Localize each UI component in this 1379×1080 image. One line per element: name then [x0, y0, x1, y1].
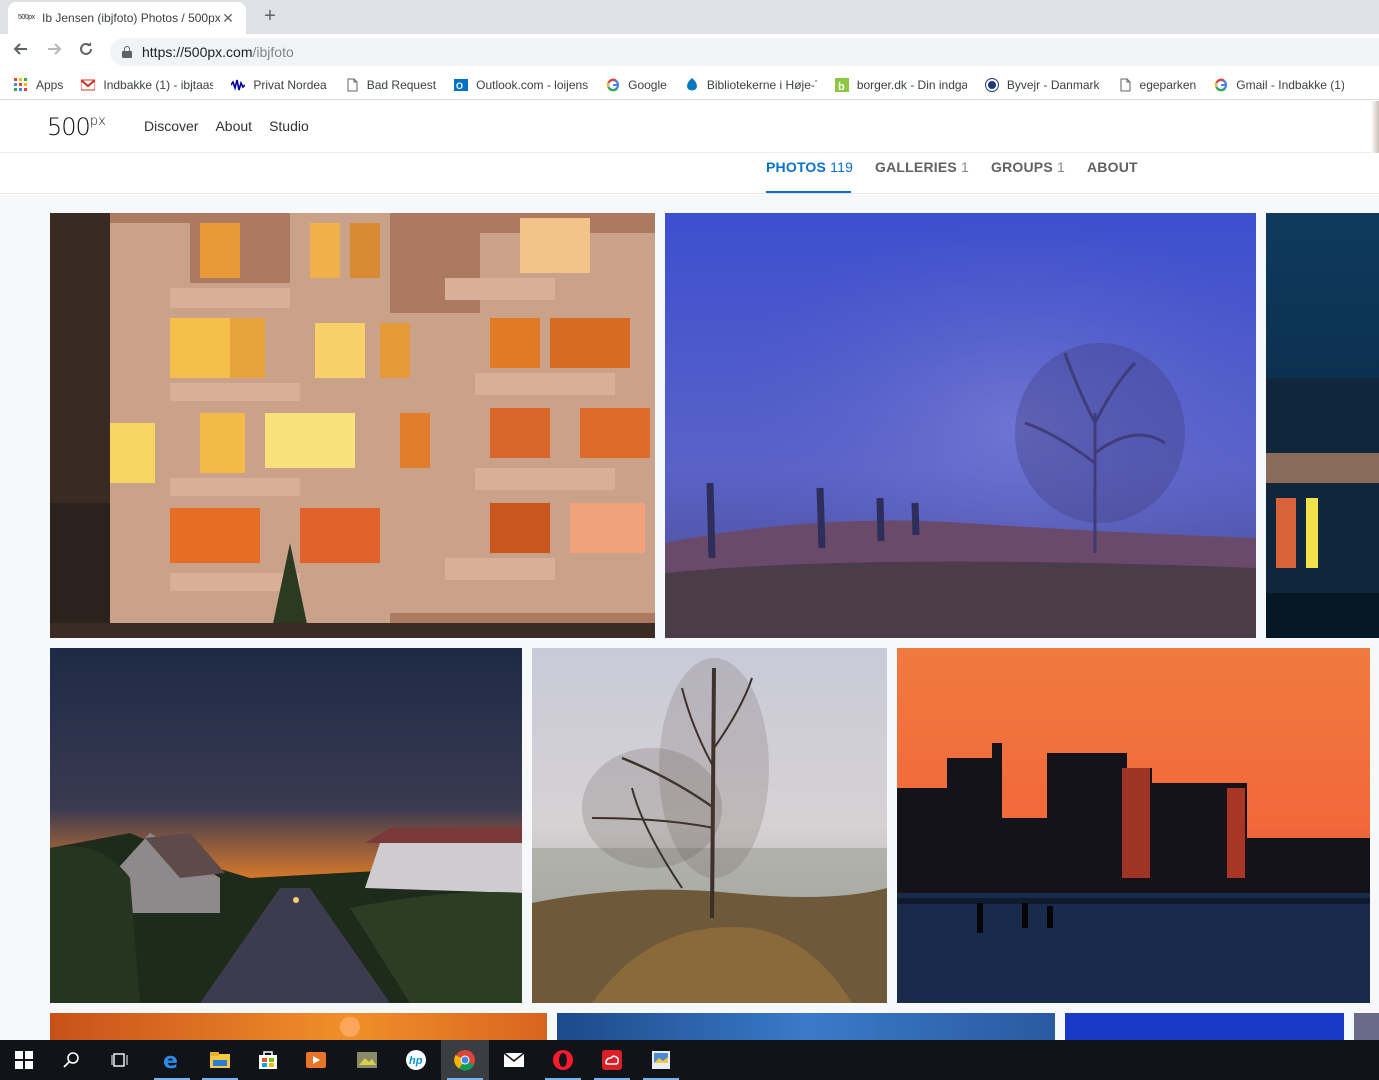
google-icon — [1214, 78, 1228, 92]
bookmark-2[interactable]: Indbakke (1) - ibjtaas — [80, 77, 214, 92]
task-view-icon[interactable] — [96, 1040, 144, 1080]
opera-icon[interactable] — [539, 1040, 587, 1080]
tab-photos[interactable]: PHOTOS 119 — [766, 159, 853, 175]
drupal-icon — [685, 77, 699, 92]
photo-tile[interactable] — [1354, 1013, 1379, 1040]
svg-text:e: e — [163, 1049, 178, 1071]
bookmarks-bar: Apps Indbakke (1) - ibjtaas Privat Nordea B… — [0, 70, 1379, 100]
svg-text:hp: hp — [409, 1055, 423, 1067]
windows-start-icon[interactable] — [0, 1040, 48, 1080]
bookmark-8[interactable]: b borger.dk - Din indga — [834, 77, 967, 93]
tab-strip: 500px Ib Jensen (ibjfoto) Photos / 500px… — [0, 0, 1379, 34]
500px-logo[interactable]: 500px — [47, 113, 106, 141]
profile-tabs: PHOTOS 119 GALLERIES 1 GROUPS 1 ABOUT — [0, 153, 1379, 194]
photo-tile[interactable] — [50, 1013, 547, 1040]
tab-groups[interactable]: GROUPS 1 — [991, 159, 1065, 175]
site-header: 500px Discover About Studio — [0, 101, 1379, 153]
bookmark-11[interactable]: Gmail - Indbakke (1) — [1214, 78, 1344, 92]
nav-about[interactable]: About — [215, 118, 252, 134]
svg-text:O: O — [456, 81, 463, 91]
outlook-icon: O — [454, 78, 469, 92]
mail-icon[interactable] — [490, 1040, 538, 1080]
store-icon[interactable] — [244, 1040, 292, 1080]
photo-tile[interactable] — [50, 648, 522, 1003]
bookmark-label: Bad Request — [366, 77, 437, 92]
nav-studio[interactable]: Studio — [269, 118, 309, 134]
active-tab-indicator — [766, 191, 851, 193]
browser-window: 500px Ib Jensen (ibjfoto) Photos / 500px… — [0, 0, 1379, 1080]
tab-about[interactable]: ABOUT — [1087, 159, 1138, 175]
edge-icon[interactable]: e — [148, 1040, 196, 1080]
bookmark-label: Privat Nordea — [253, 77, 327, 92]
photo-tile[interactable] — [532, 648, 887, 1003]
close-tab-icon[interactable]: ✕ — [220, 10, 236, 26]
address-bar[interactable]: https://500px.com/ibjfoto — [110, 38, 1379, 66]
bookmark-1[interactable]: Apps — [14, 77, 64, 92]
bookmark-label: Byvejr - Danmark — [1006, 77, 1100, 92]
site-nav: Discover About Studio — [144, 118, 326, 134]
bookmark-4[interactable]: Bad Request — [345, 78, 436, 92]
apps-grid-icon — [14, 77, 28, 92]
bookmark-label: Indbakke (1) - ibjtaas — [103, 77, 214, 92]
url-text: https://500px.com/ibjfoto — [142, 44, 294, 60]
bookmark-7[interactable]: Bibliotekerne i Høje-T — [685, 77, 817, 92]
page-icon — [345, 78, 359, 92]
photos-icon[interactable] — [637, 1040, 685, 1080]
tab-galleries[interactable]: GALLERIES 1 — [875, 159, 969, 175]
bookmark-label: egeparken — [1139, 77, 1197, 92]
dmi-icon — [984, 77, 999, 92]
bookmark-10[interactable]: egeparken — [1118, 77, 1197, 92]
bookmark-label: Gmail - Indbakke (1) — [1236, 77, 1345, 92]
windows-taskbar: e hp — [0, 1040, 1379, 1080]
bookmark-5[interactable]: O Outlook.com - loijens — [454, 78, 588, 92]
reload-icon[interactable] — [74, 40, 98, 64]
forward-icon[interactable] — [42, 40, 66, 64]
creative-cloud-icon[interactable] — [588, 1040, 636, 1080]
browser-toolbar: https://500px.com/ibjfoto — [0, 34, 1379, 70]
nav-discover[interactable]: Discover — [144, 118, 198, 134]
borger-icon: b — [834, 77, 849, 93]
bookmark-label: Bibliotekerne i Høje-T — [706, 77, 817, 92]
media-player-icon[interactable] — [292, 1040, 340, 1080]
browser-tab[interactable]: 500px Ib Jensen (ibjfoto) Photos / 500px… — [8, 2, 246, 34]
page-icon — [1118, 78, 1132, 92]
photo-app-icon[interactable] — [343, 1040, 391, 1080]
bookmark-3[interactable]: Privat Nordea — [230, 77, 327, 92]
bookmark-9[interactable]: Byvejr - Danmark — [984, 77, 1100, 92]
lock-icon — [122, 46, 132, 58]
svg-text:b: b — [838, 81, 845, 92]
bookmark-label: borger.dk - Din indga — [856, 77, 967, 92]
photo-tile[interactable] — [557, 1013, 1055, 1040]
hp-icon[interactable]: hp — [392, 1040, 440, 1080]
new-tab-icon[interactable]: + — [259, 5, 281, 27]
photo-tile[interactable] — [897, 648, 1370, 1003]
bookmark-label: Google — [628, 77, 667, 92]
nordea-icon — [230, 78, 246, 92]
file-explorer-icon[interactable] — [196, 1040, 244, 1080]
tab-title: Ib Jensen (ibjfoto) Photos / 500px — [42, 11, 220, 25]
photo-tile[interactable] — [50, 213, 655, 638]
bookmark-label: Outlook.com - loijens — [476, 77, 589, 92]
500px-favicon-icon: 500px — [18, 14, 35, 21]
back-icon[interactable] — [9, 40, 33, 64]
bookmark-6[interactable]: Google — [606, 78, 667, 92]
chrome-icon[interactable] — [441, 1040, 489, 1080]
photo-tile[interactable] — [1065, 1013, 1344, 1040]
photo-tile[interactable] — [1266, 213, 1379, 638]
bookmark-label: Apps — [36, 77, 64, 92]
avatar[interactable] — [1371, 101, 1379, 153]
search-icon[interactable] — [48, 1040, 96, 1080]
photo-grid — [0, 195, 1379, 1040]
gmail-icon — [80, 78, 97, 92]
photo-tile[interactable] — [665, 213, 1256, 638]
google-icon — [606, 78, 620, 92]
